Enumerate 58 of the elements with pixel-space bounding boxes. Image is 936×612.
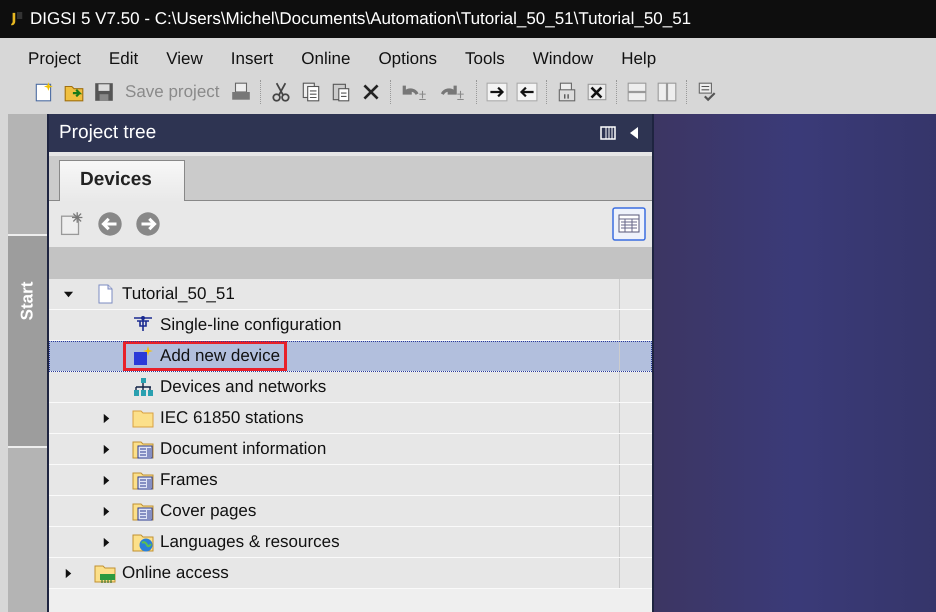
tree-item[interactable]: Single-line configuration [49,310,652,341]
tree-item-label: Add new device [123,341,288,371]
window-title: DIGSI 5 V7.50 - C:\Users\Michel\Documents\Automation\Tutorial_50_51\Tutorial_50_51 [30,9,692,29]
menu-item[interactable]: View [166,49,217,69]
collapsed-arrow-icon[interactable] [101,444,112,454]
tree-item-label: Tutorial_50_51 [85,279,242,309]
tree-item-label: IEC 61850 stations [123,403,311,433]
network-card-folder-icon [94,563,116,583]
menu-item[interactable]: Online [301,49,364,69]
tree-item-label: Devices and networks [123,372,334,402]
document-folder-icon [132,501,154,521]
devices-tab[interactable]: Devices [59,160,185,201]
document-folder-icon [132,470,154,490]
tree-item-label: Cover pages [123,496,264,526]
menu-item[interactable]: Insert [230,49,288,69]
details-view-icon[interactable] [612,207,646,241]
new-project-icon[interactable] [33,81,55,103]
arrow-left-icon[interactable] [516,81,538,103]
tree-item[interactable]: Cover pages [49,496,652,527]
save-icon[interactable] [93,81,115,103]
cut-icon[interactable] [270,81,292,103]
tree-item-label: Single-line configuration [123,310,348,340]
tree-item-label: Languages & resources [123,527,347,557]
collapsed-arrow-icon[interactable] [63,568,74,578]
tree-item[interactable]: Add new device [49,341,652,372]
arrow-right-icon[interactable] [486,81,508,103]
tree-item-label: Document information [123,434,334,464]
collapsed-arrow-icon[interactable] [101,412,112,424]
menu-item[interactable]: Tools [465,49,519,69]
menu-item[interactable]: Project [28,49,95,69]
tree-item[interactable]: Tutorial_50_51 [49,279,652,310]
network-icon [132,377,154,397]
tree-item[interactable]: Languages & resources [49,527,652,558]
layout-icon[interactable] [600,125,616,141]
tree-item-label: Frames [123,465,225,495]
tree-item-label: Online access [85,558,236,588]
panel-title: Project tree [59,122,158,144]
folder-icon [132,408,154,428]
collapsed-arrow-icon[interactable] [101,474,112,486]
menu-item[interactable]: Help [621,49,670,69]
document-folder-icon [132,439,154,459]
globe-folder-icon [132,532,154,552]
tree-item[interactable]: Frames [49,465,652,496]
collapsed-arrow-icon[interactable] [101,506,112,516]
new-item-icon[interactable] [59,211,85,237]
tree-item[interactable]: Document information [49,434,652,465]
menu-item[interactable]: Edit [108,49,152,69]
back-icon[interactable] [97,211,123,237]
tree-item[interactable]: Devices and networks [49,372,652,403]
close-connection-icon[interactable] [586,81,608,103]
collapsed-arrow-icon[interactable] [101,536,112,548]
tree-item[interactable]: IEC 61850 stations [49,403,652,434]
app-logo-icon [10,10,24,28]
forward-icon[interactable] [135,211,161,237]
new-device-icon [132,346,154,366]
menu-item[interactable]: Window [532,49,608,69]
tree-item[interactable]: Online access [49,558,652,589]
menu-item[interactable]: Options [378,49,452,69]
